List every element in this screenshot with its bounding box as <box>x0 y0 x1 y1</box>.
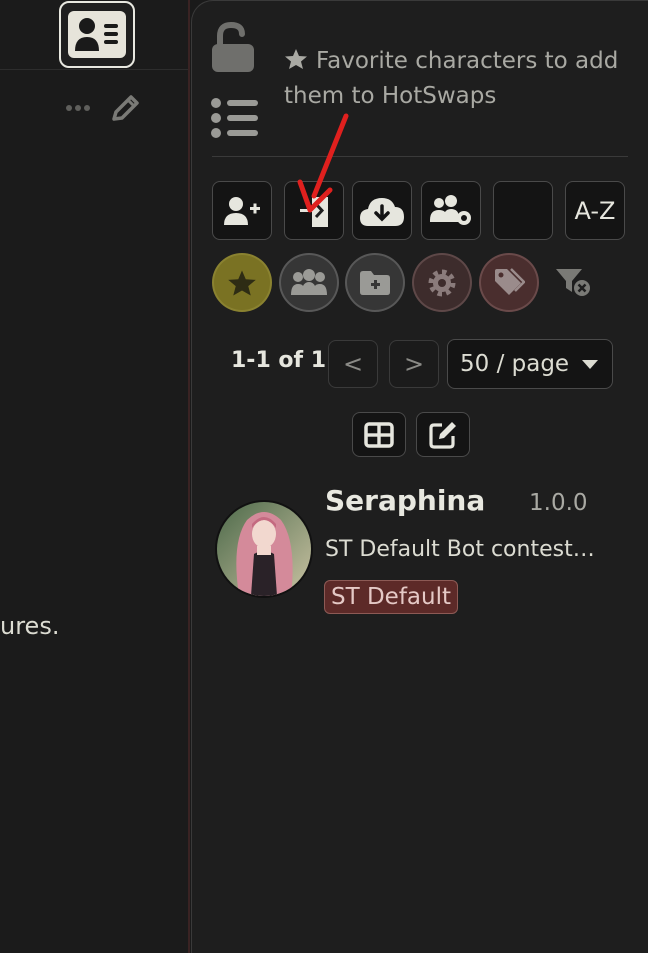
next-page-button[interactable]: > <box>389 340 439 388</box>
page-size-value: 50 / page <box>460 351 570 377</box>
users-icon <box>291 268 327 295</box>
character-version: 1.0.0 <box>529 490 588 516</box>
bulk-edit-icon <box>429 421 456 449</box>
annotation-arrow-icon <box>297 113 349 213</box>
character-panel <box>191 0 648 953</box>
clear-filters-button[interactable] <box>554 266 594 300</box>
pane-divider <box>188 0 190 953</box>
ellipsis-icon[interactable] <box>64 96 92 120</box>
chat-header-divider <box>0 69 190 70</box>
filter-settings-button[interactable] <box>412 253 472 312</box>
empty-toolbar-button[interactable] <box>493 181 553 240</box>
star-icon <box>228 270 256 295</box>
chat-pane <box>0 0 190 953</box>
pager-count: 1-1 of 1 <box>231 348 327 373</box>
bulk-edit-button[interactable] <box>416 412 470 457</box>
cloud-download-icon <box>360 197 404 226</box>
create-character-button[interactable] <box>212 181 272 240</box>
folder-plus-icon <box>360 270 390 295</box>
gear-icon <box>428 269 456 296</box>
sort-button[interactable]: A-Z <box>565 181 625 240</box>
character-management-button[interactable] <box>59 1 135 68</box>
chat-message-fragment: ures. <box>0 612 60 640</box>
external-import-button[interactable] <box>352 181 412 240</box>
filter-favorites-button[interactable] <box>212 253 272 312</box>
list-icon[interactable] <box>210 97 258 139</box>
filter-groups-button[interactable] <box>279 253 339 312</box>
character-avatar[interactable] <box>215 500 313 598</box>
sort-az-icon: A-Z <box>574 196 616 225</box>
page-size-select[interactable]: 50 / page <box>447 339 613 389</box>
avatar-image <box>217 502 311 596</box>
panel-divider <box>212 156 628 157</box>
caret-down-icon <box>582 360 598 369</box>
unlocked-padlock-icon[interactable] <box>210 22 256 74</box>
hotswaps-hint: Favorite characters to add them to HotSw… <box>284 44 634 114</box>
star-icon <box>285 49 307 69</box>
filter-clear-icon <box>556 269 590 296</box>
grid-view-button[interactable] <box>352 412 406 457</box>
character-description: ST Default Bot contest… <box>325 537 595 562</box>
filter-folders-button[interactable] <box>345 253 405 312</box>
create-group-button[interactable] <box>421 181 481 240</box>
tags-icon <box>495 267 525 295</box>
address-card-icon <box>75 18 118 51</box>
character-name[interactable]: Seraphina <box>325 484 485 517</box>
users-gear-icon <box>430 194 471 225</box>
pencil-icon[interactable] <box>108 92 142 126</box>
add-user-icon <box>224 196 260 225</box>
grid-icon <box>364 421 394 448</box>
prev-page-button[interactable]: < <box>328 340 378 388</box>
hint-text: Favorite characters to add them to HotSw… <box>284 48 619 109</box>
filter-tags-button[interactable] <box>479 253 539 312</box>
character-tag[interactable]: ST Default <box>324 580 458 614</box>
